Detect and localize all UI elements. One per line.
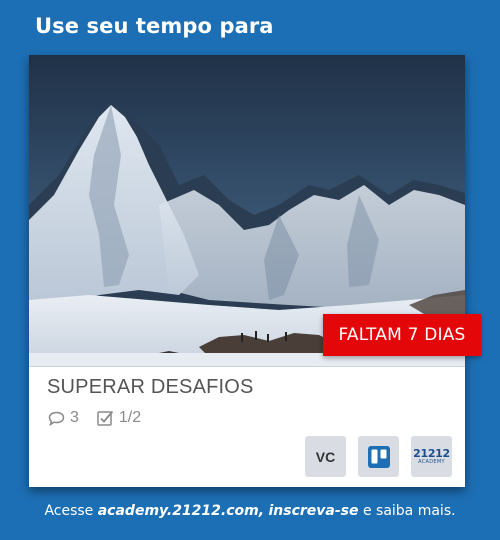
academy-logo: 21212 ACADEMY xyxy=(413,448,450,465)
member-avatar-vc[interactable]: VC xyxy=(305,436,346,477)
academy-logo-number: 21212 xyxy=(413,447,450,460)
checklist-icon xyxy=(97,410,114,426)
footer-suffix: e saiba mais. xyxy=(358,503,456,519)
card-title[interactable]: SUPERAR DESAFIOS xyxy=(47,376,254,399)
comment-icon xyxy=(48,411,65,426)
photo-divider xyxy=(29,366,465,367)
member-avatar-academy[interactable]: 21212 ACADEMY xyxy=(411,436,452,477)
headline: Use seu tempo para xyxy=(35,14,274,38)
deadline-badge: FALTAM 7 DIAS xyxy=(323,314,481,356)
card-members: VC 21212 ACADEMY xyxy=(293,436,452,477)
footer-action[interactable]: inscreva-se xyxy=(269,503,359,519)
footer-prefix: Acesse xyxy=(44,503,98,519)
trello-icon xyxy=(367,445,390,468)
checklist-progress: 1/2 xyxy=(97,409,141,427)
comments-count: 3 xyxy=(48,409,79,427)
member-avatar-trello[interactable] xyxy=(358,436,399,477)
checklist-progress-value: 1/2 xyxy=(118,409,142,426)
footer-text: Acesse academy.21212.com, inscreva-se e … xyxy=(0,503,500,519)
card-meta: 3 1/2 xyxy=(48,409,159,427)
footer-link[interactable]: academy.21212.com, xyxy=(98,503,264,519)
academy-logo-word: ACADEMY xyxy=(418,459,445,465)
card[interactable]: FALTAM 7 DIAS SUPERAR DESAFIOS 3 1/2 VC xyxy=(29,55,481,487)
comments-count-value: 3 xyxy=(70,409,79,426)
